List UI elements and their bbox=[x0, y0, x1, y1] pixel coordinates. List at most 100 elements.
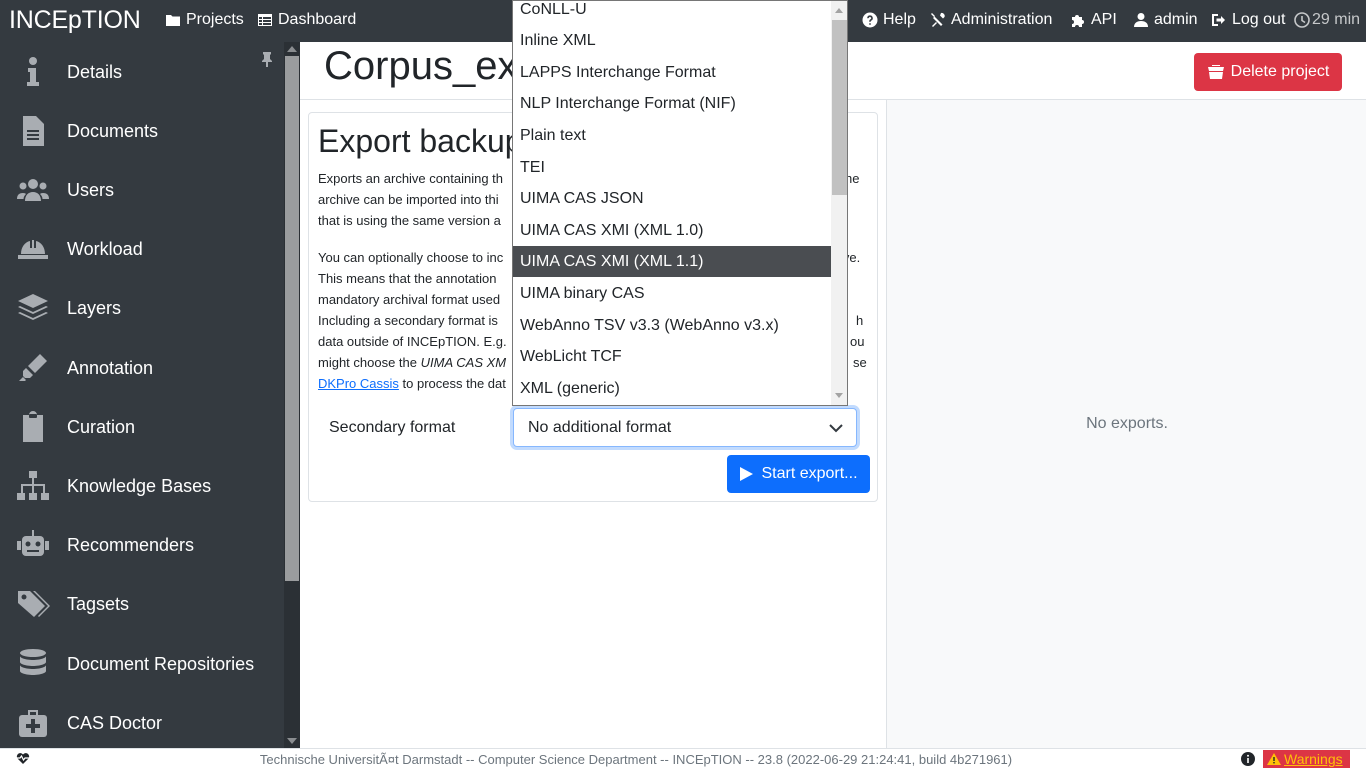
sidebar-item-label: Document Repositories bbox=[67, 653, 255, 674]
secondary-format-label: Secondary format bbox=[329, 419, 456, 436]
scroll-down-arrow[interactable] bbox=[835, 393, 843, 398]
info-circle-icon[interactable] bbox=[1241, 752, 1255, 766]
nav-logout-label: Log out bbox=[1232, 11, 1286, 28]
sidebar-item-label: Tagsets bbox=[67, 593, 130, 614]
play-icon bbox=[740, 467, 754, 481]
dropdown-option[interactable]: WebAnno TSV v3.3 (WebAnno v3.x) bbox=[513, 310, 831, 341]
sidebar-item-documents[interactable]: Documents bbox=[0, 106, 284, 156]
dropdown-option[interactable]: Inline XML bbox=[513, 25, 831, 56]
description-text: Exports an archive containing th bbox=[318, 171, 503, 186]
sidebar-item-label: Documents bbox=[67, 120, 159, 141]
dropdown-option[interactable]: TEI bbox=[513, 152, 831, 183]
dropdown-option[interactable]: UIMA CAS JSON bbox=[513, 183, 831, 214]
users-icon bbox=[14, 171, 52, 209]
sidebar-item-users[interactable]: Users bbox=[0, 165, 284, 215]
hard-hat-icon bbox=[14, 230, 52, 268]
tools-icon bbox=[931, 12, 945, 27]
description-emphasis: UIMA CAS XM bbox=[420, 355, 507, 370]
warnings-button[interactable]: Warnings bbox=[1263, 750, 1350, 768]
dropdown-option[interactable]: NLP Interchange Format (NIF) bbox=[513, 88, 831, 119]
exports-pane: No exports. bbox=[886, 100, 1366, 748]
start-export-label: Start export... bbox=[761, 465, 858, 482]
nav-help-label: Help bbox=[883, 11, 916, 28]
nav-logout[interactable]: Log out bbox=[1211, 11, 1285, 29]
session-timer-label: 29 min bbox=[1312, 11, 1361, 28]
nav-dashboard[interactable]: Dashboard bbox=[257, 11, 356, 29]
table-icon bbox=[258, 14, 272, 26]
scroll-down-arrow[interactable] bbox=[287, 738, 297, 744]
scrollbar-thumb[interactable] bbox=[832, 20, 847, 195]
nav-dashboard-label: Dashboard bbox=[278, 11, 357, 28]
delete-project-label: Delete project bbox=[1230, 63, 1330, 80]
robot-icon bbox=[14, 526, 52, 564]
question-circle-icon bbox=[862, 12, 878, 28]
secondary-format-select[interactable]: No additional format bbox=[513, 408, 857, 447]
sidebar-item-label: Annotation bbox=[67, 357, 154, 378]
clipboard-icon bbox=[14, 408, 52, 446]
dkpro-cassis-link[interactable]: DKPro Cassis bbox=[318, 376, 399, 391]
dropdown-scrollbar[interactable] bbox=[831, 1, 847, 405]
sidebar-item-annotation[interactable]: Annotation bbox=[0, 343, 284, 393]
file-icon bbox=[14, 112, 52, 150]
sidebar-scrollbar[interactable] bbox=[284, 42, 300, 748]
nav-help[interactable]: Help bbox=[862, 11, 916, 29]
description-text: to process the dat bbox=[398, 376, 506, 391]
nav-user-label: admin bbox=[1154, 11, 1198, 28]
sidebar-item-tagsets[interactable]: Tagsets bbox=[0, 579, 284, 629]
clock-icon bbox=[1294, 12, 1310, 28]
session-timer: 29 min bbox=[1294, 11, 1360, 29]
description-text: se bbox=[853, 355, 867, 370]
dropdown-option-highlighted[interactable]: UIMA CAS XMI (XML 1.1) bbox=[513, 246, 831, 277]
sidebar-item-label: Layers bbox=[67, 297, 122, 318]
sidebar-item-details[interactable]: Details bbox=[0, 47, 284, 97]
start-export-button[interactable]: Start export... bbox=[727, 455, 870, 493]
scroll-up-arrow[interactable] bbox=[835, 8, 843, 13]
dropdown-option[interactable]: UIMA binary CAS bbox=[513, 278, 831, 309]
user-icon bbox=[1134, 13, 1148, 27]
scrollbar-thumb[interactable] bbox=[285, 56, 299, 581]
chevron-down-icon bbox=[829, 424, 843, 433]
sidebar-item-layers[interactable]: Layers bbox=[0, 283, 284, 333]
export-backup-title: Export backup bbox=[318, 123, 523, 159]
dropdown-option[interactable]: LAPPS Interchange Format bbox=[513, 57, 831, 88]
footer-text: Technische UniversitÃ¤t Darmstadt -- Com… bbox=[259, 752, 1013, 767]
description-text: that is using the same version a bbox=[318, 213, 501, 228]
sidebar-item-document-repositories[interactable]: Document Repositories bbox=[0, 639, 284, 689]
dropdown-option[interactable]: UIMA CAS XMI (XML 1.0) bbox=[513, 215, 831, 246]
sidebar: Details Documents Users Workload Layers … bbox=[0, 42, 284, 748]
sidebar-item-knowledge-bases[interactable]: Knowledge Bases bbox=[0, 461, 284, 511]
nav-user[interactable]: admin bbox=[1133, 11, 1198, 29]
sidebar-item-label: Curation bbox=[67, 416, 136, 437]
description-text: You can optionally choose to inc bbox=[318, 250, 504, 265]
dropdown-option[interactable]: CoNLL-U bbox=[513, 1, 831, 25]
scroll-up-arrow[interactable] bbox=[287, 46, 297, 52]
secondary-format-dropdown-list[interactable]: CoNLL-U Inline XML LAPPS Interchange For… bbox=[512, 0, 848, 406]
medkit-icon bbox=[14, 704, 52, 742]
nav-administration-label: Administration bbox=[951, 11, 1053, 28]
sidebar-item-label: Recommenders bbox=[67, 534, 195, 555]
dropdown-option[interactable]: Plain text bbox=[513, 120, 831, 151]
description-text: data outside of INCEpTION. E.g. bbox=[318, 334, 507, 349]
description-text: might choose the bbox=[318, 355, 421, 370]
description-text: mandatory archival format used bbox=[318, 292, 501, 307]
brand-logo[interactable]: INCEpTION bbox=[9, 6, 141, 35]
nav-administration[interactable]: Administration bbox=[930, 11, 1052, 29]
layers-icon bbox=[14, 289, 52, 327]
description-text: Including a secondary format is bbox=[318, 313, 498, 328]
dropdown-option[interactable]: WebLicht TCF bbox=[513, 341, 831, 372]
highlighter-icon bbox=[14, 349, 52, 387]
description-text: ou bbox=[850, 334, 865, 349]
delete-project-button[interactable]: Delete project bbox=[1194, 53, 1342, 91]
database-icon bbox=[14, 645, 52, 683]
puzzle-icon bbox=[1072, 15, 1084, 27]
nav-projects[interactable]: Projects bbox=[165, 11, 244, 29]
sidebar-item-cas-doctor[interactable]: CAS Doctor bbox=[0, 698, 284, 748]
sidebar-item-recommenders[interactable]: Recommenders bbox=[0, 520, 284, 570]
sidebar-item-curation[interactable]: Curation bbox=[0, 402, 284, 452]
sidebar-item-workload[interactable]: Workload bbox=[0, 224, 284, 274]
page-title: Corpus_exe bbox=[324, 44, 540, 88]
dumpster-icon bbox=[1207, 65, 1224, 79]
nav-api[interactable]: API bbox=[1070, 11, 1117, 29]
dropdown-option[interactable]: XML (generic) bbox=[513, 373, 831, 404]
nav-projects-label: Projects bbox=[186, 11, 244, 28]
